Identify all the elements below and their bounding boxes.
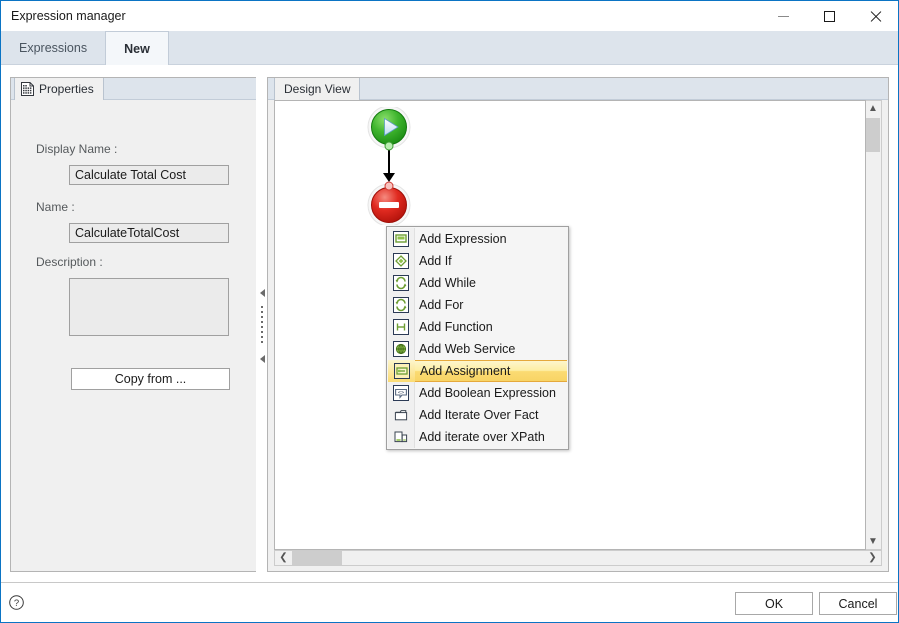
display-name-label: Display Name : [36,142,118,156]
end-node[interactable] [367,181,411,227]
menu-item-add-iterate-over-xpath[interactable]: Add iterate over XPath [387,426,568,448]
horizontal-scroll-thumb[interactable] [292,551,342,565]
menu-item-add-if[interactable]: Add If [387,250,568,272]
menu-item-label: Add iterate over XPath [419,430,545,444]
tab-expressions[interactable]: Expressions [1,31,105,64]
design-canvas[interactable] [274,100,866,550]
chevron-right-icon: ❯ [868,552,877,563]
tab-new-label: New [124,41,150,56]
scroll-right-button[interactable]: ❯ [865,551,880,565]
menu-item-label: Add While [419,276,476,290]
name-input[interactable] [69,223,229,243]
tab-design-view[interactable]: Design View [274,78,361,100]
menu-item-add-for[interactable]: Add For [387,294,568,316]
svg-text:?: ? [14,598,19,609]
menu-item-add-assignment[interactable]: Add Assignment [388,360,567,382]
properties-panel: Properties Display Name : Name : Descrip… [10,77,258,572]
expression-manager-window: Expression manager Expressions New Prope… [0,0,899,623]
tab-properties-label: Properties [39,82,94,96]
scroll-left-button[interactable]: ❮ [276,551,291,565]
svg-text:<>: <> [397,390,404,396]
menu-item-label: Add If [419,254,452,268]
splitter-dots [261,306,263,346]
display-name-input[interactable] [69,165,229,185]
tab-design-view-label: Design View [284,82,351,96]
title-bar: Expression manager [1,1,898,31]
menu-item-add-expression[interactable]: Add Expression [387,228,568,250]
properties-form: Display Name : Name : Description : Copy… [11,100,257,571]
end-node-icon [367,181,411,227]
start-node[interactable] [367,105,411,151]
properties-page-icon [21,82,34,96]
triangle-left-icon[interactable] [259,355,265,363]
scroll-up-button[interactable]: ▲ [866,101,880,116]
chevron-left-icon: ❮ [279,552,288,563]
menu-item-label: Add Expression [419,232,507,246]
chevron-up-icon: ▲ [868,102,878,114]
add-node-context-menu[interactable]: Add Expression Add If Add While Add For … [386,226,569,450]
menu-item-add-function[interactable]: Add Function [387,316,568,338]
maximize-button[interactable] [806,1,852,31]
description-label: Description : [36,255,103,269]
iterate-xpath-icon [387,426,414,448]
close-button[interactable] [852,1,898,31]
minimize-icon [777,15,789,17]
menu-item-add-iterate-over-fact[interactable]: Add Iterate Over Fact [387,404,568,426]
vertical-scroll-thumb[interactable] [866,118,880,152]
menu-item-label: Add Assignment [420,364,511,378]
description-input[interactable] [69,278,229,336]
design-tab-row [268,78,888,100]
ok-button[interactable]: OK [735,592,813,615]
name-label: Name : [36,200,75,214]
main-tab-strip: Expressions New [1,31,898,65]
menu-item-add-web-service[interactable]: Add Web Service [387,338,568,360]
menu-item-label: Add Web Service [419,342,516,356]
tab-new[interactable]: New [105,31,169,65]
tab-expressions-label: Expressions [19,40,88,55]
menu-item-label: Add Boolean Expression [419,386,556,400]
function-icon [387,316,414,338]
dialog-footer: ? OK Cancel [1,583,898,622]
dialog-body: Properties Display Name : Name : Descrip… [1,65,898,582]
canvas-vertical-scrollbar[interactable]: ▲ ▼ [866,100,882,550]
if-diamond-icon [387,250,414,272]
close-icon [869,10,882,23]
web-service-icon [387,338,414,360]
boolean-expression-icon: <> [387,382,414,404]
expression-icon [387,228,414,250]
assignment-icon [388,360,415,382]
window-controls [760,1,898,31]
menu-item-add-while[interactable]: Add While [387,272,568,294]
for-loop-icon [387,294,414,316]
iterate-fact-icon [387,404,414,426]
menu-item-add-boolean-expression[interactable]: <> Add Boolean Expression [387,382,568,404]
menu-item-label: Add Function [419,320,493,334]
scroll-down-button[interactable]: ▼ [866,534,880,549]
canvas-horizontal-scrollbar[interactable]: ❮ ❯ [274,550,882,566]
design-panel: Design View ▲ ▼ ❮ ❯ [267,77,889,572]
splitter-grip[interactable] [259,289,265,363]
window-title: Expression manager [11,9,126,23]
start-node-icon [367,105,411,151]
minimize-button[interactable] [760,1,806,31]
help-question-icon[interactable]: ? [9,595,24,610]
while-loop-icon [387,272,414,294]
cancel-button[interactable]: Cancel [819,592,897,615]
triangle-left-icon[interactable] [259,289,265,297]
tab-properties[interactable]: Properties [14,78,104,100]
menu-item-label: Add Iterate Over Fact [419,408,539,422]
maximize-icon [823,10,835,22]
menu-item-label: Add For [419,298,464,312]
copy-from-button[interactable]: Copy from ... [71,368,230,390]
design-canvas-wrapper: ▲ ▼ ❮ ❯ [274,100,882,566]
chevron-down-icon: ▼ [868,535,878,547]
